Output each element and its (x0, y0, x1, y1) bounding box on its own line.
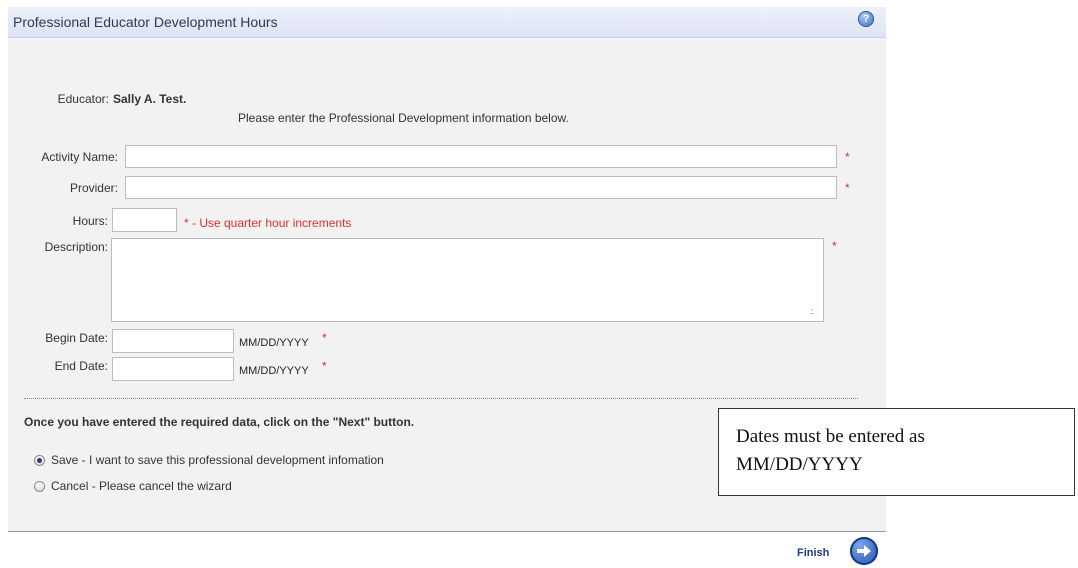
end-date-label: End Date: (54, 359, 108, 373)
activity-name-required-mark: * (845, 150, 850, 164)
end-date-format: MM/DD/YYYY (239, 365, 309, 377)
end-date-input[interactable] (112, 357, 234, 381)
hours-input[interactable] (112, 208, 177, 232)
provider-input[interactable] (125, 176, 837, 199)
date-format-callout: Dates must be entered as MM/DD/YYYY (718, 408, 1075, 496)
help-icon[interactable]: ? (858, 11, 874, 27)
save-option-label: Save - I want to save this professional … (51, 453, 384, 467)
cancel-option[interactable]: Cancel - Please cancel the wizard (34, 479, 232, 493)
cancel-radio[interactable] (34, 480, 45, 492)
begin-date-label: Begin Date: (45, 331, 108, 345)
page-title: Professional Educator Development Hours (13, 14, 278, 30)
instructions-text: Please enter the Professional Developmen… (238, 111, 569, 125)
end-date-required-mark: * (322, 359, 327, 373)
provider-label: Provider: (69, 181, 118, 195)
description-required-mark: * (832, 239, 837, 253)
begin-date-input[interactable] (112, 329, 234, 353)
callout-line-1: Dates must be entered as (736, 426, 925, 447)
educator-name: Sally A. Test. (113, 92, 187, 106)
footer-divider (8, 531, 886, 532)
resize-grip-icon[interactable]: .:: (809, 308, 814, 316)
activity-name-input[interactable] (125, 145, 837, 168)
begin-date-required-mark: * (322, 331, 327, 345)
finish-link[interactable]: Finish (797, 547, 829, 559)
hours-hint: * - Use quarter hour increments (184, 216, 352, 230)
description-textarea[interactable] (111, 238, 824, 322)
save-option[interactable]: Save - I want to save this professional … (34, 453, 384, 467)
provider-required-mark: * (845, 181, 850, 195)
next-arrow-icon[interactable] (850, 537, 878, 565)
section-divider (24, 398, 858, 399)
callout-line-2: MM/DD/YYYY (736, 454, 863, 475)
save-radio[interactable] (34, 454, 45, 466)
description-label: Description: (44, 240, 108, 254)
educator-label: Educator: (57, 92, 109, 106)
next-prompt: Once you have entered the required data,… (24, 415, 415, 429)
begin-date-format: MM/DD/YYYY (239, 337, 309, 349)
cancel-option-label: Cancel - Please cancel the wizard (51, 479, 232, 493)
hours-label: Hours: (72, 214, 108, 228)
panel-header: Professional Educator Development Hours (8, 7, 886, 38)
activity-name-label: Activity Name: (41, 150, 118, 164)
